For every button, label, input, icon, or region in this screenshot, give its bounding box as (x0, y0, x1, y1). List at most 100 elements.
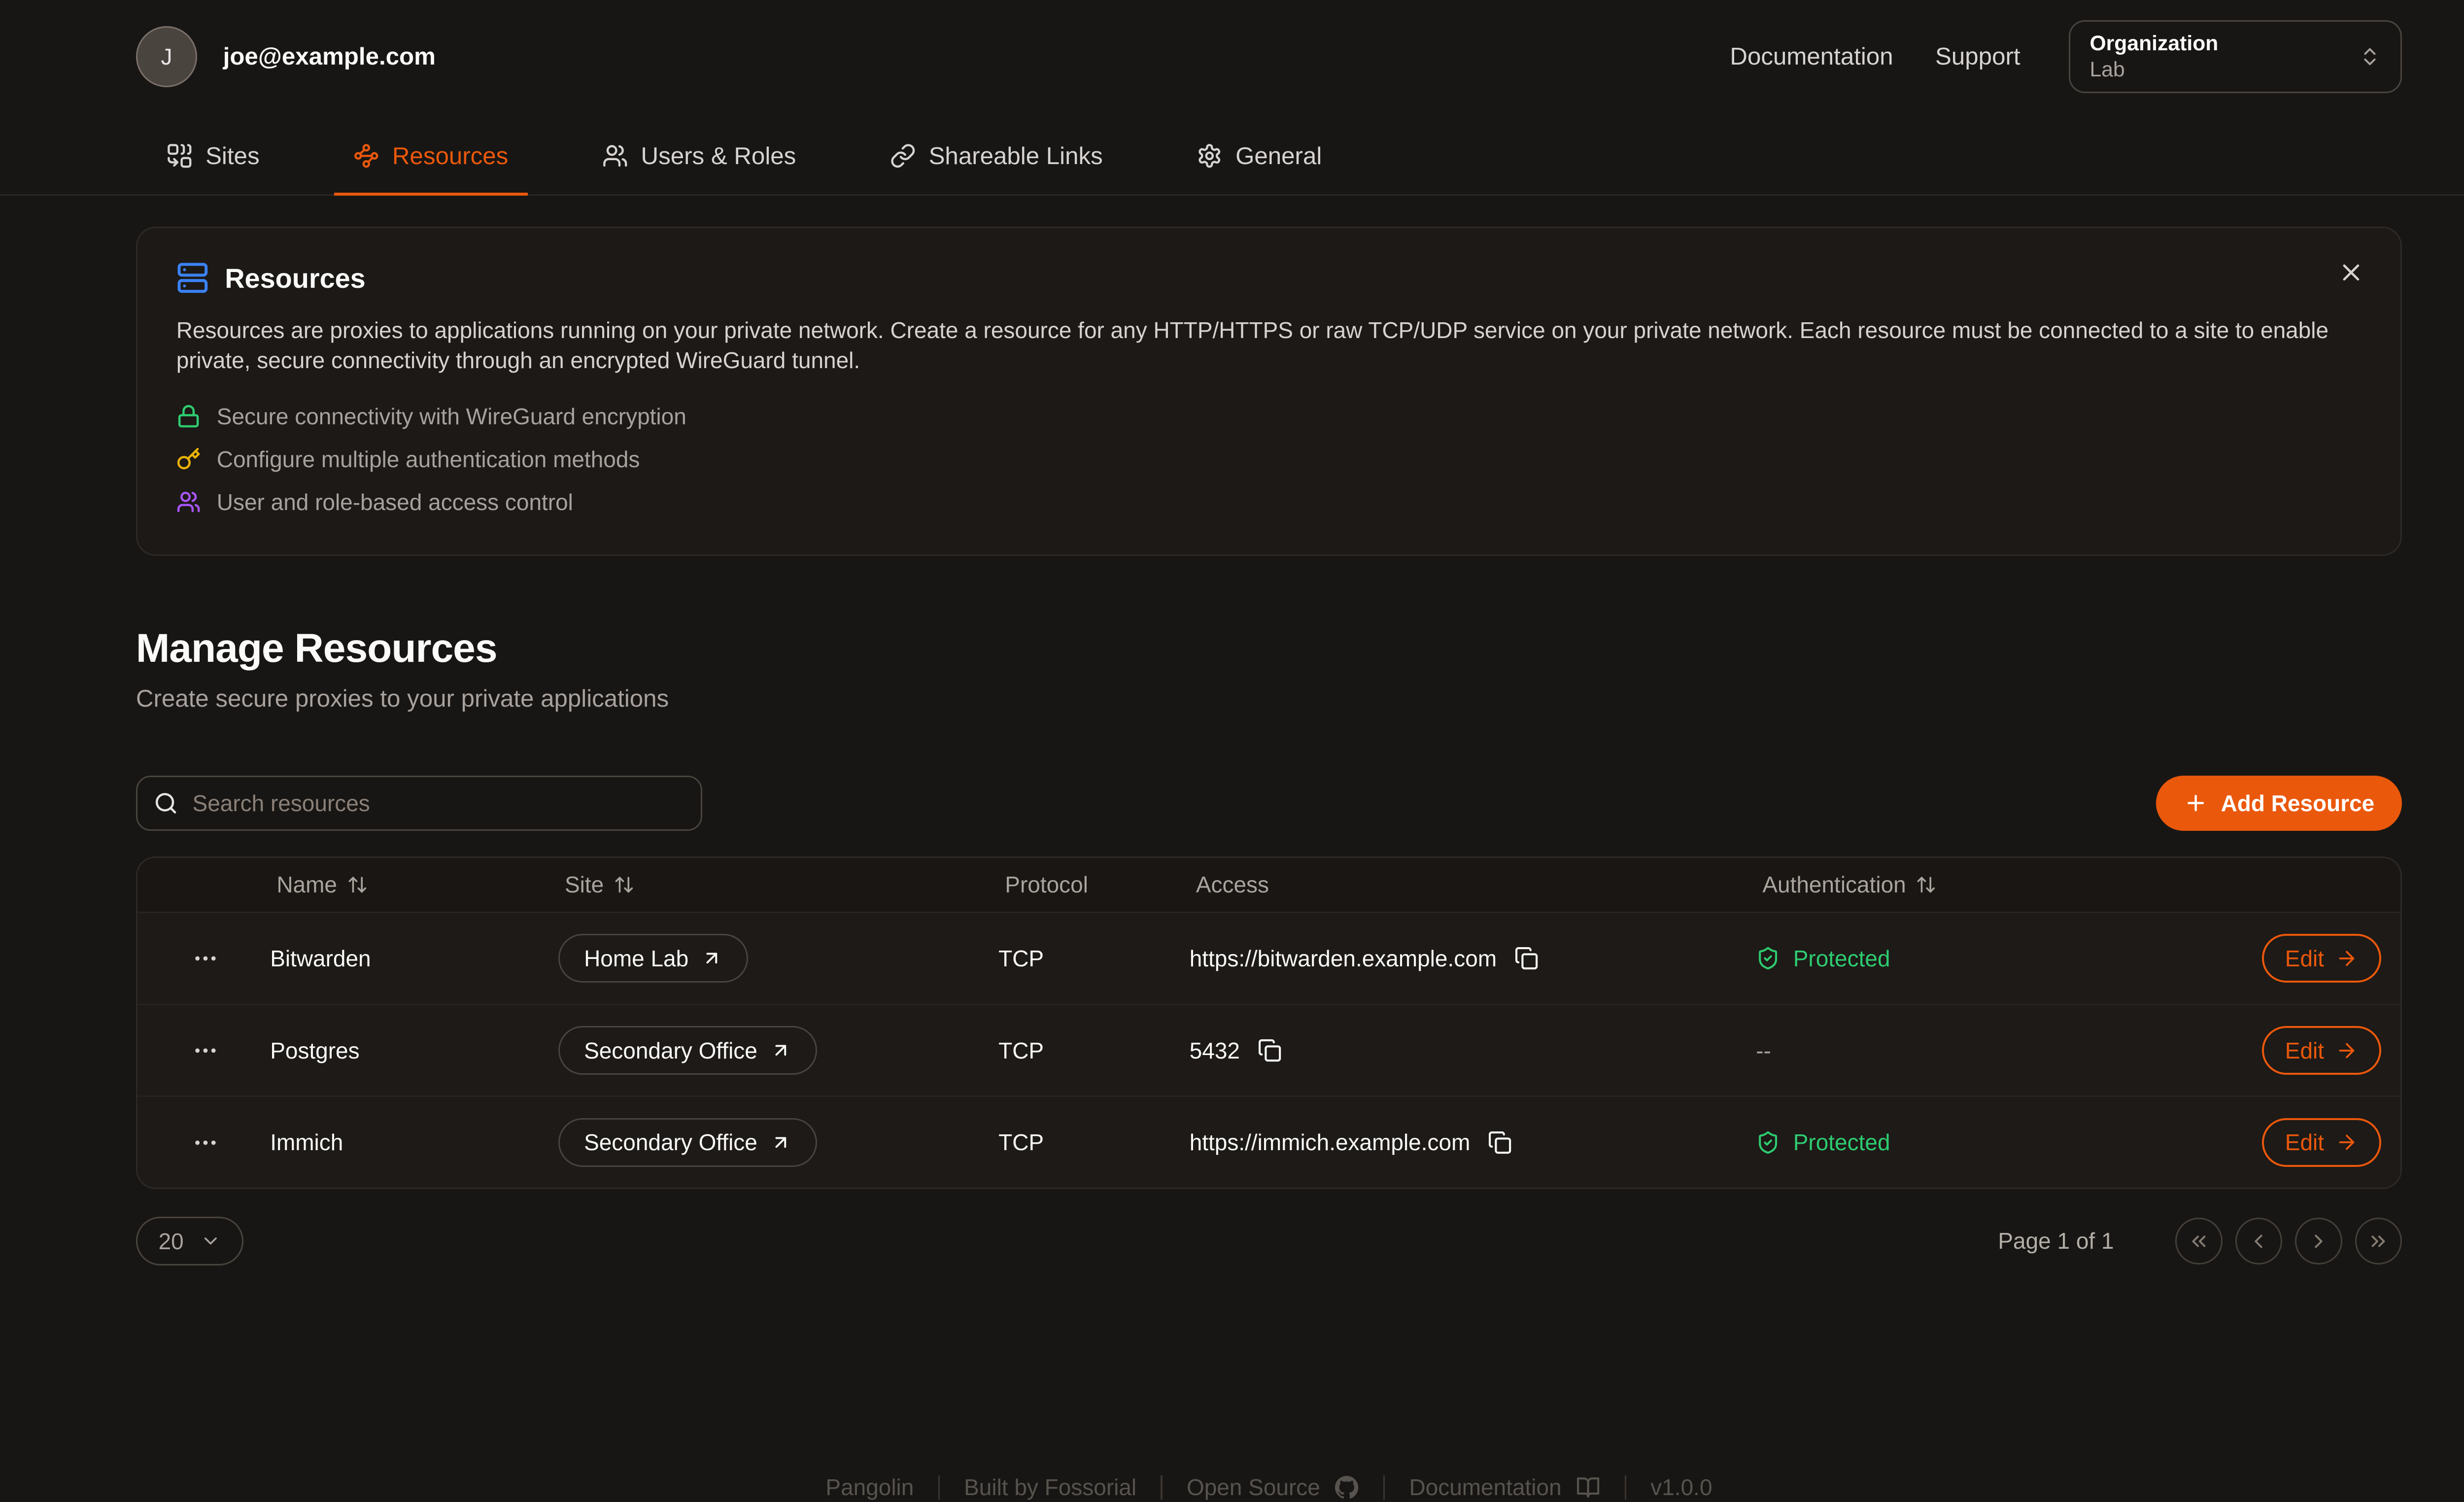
footer-divider (1625, 1475, 1626, 1500)
pager-controls: Page 1 of 1 (1998, 1218, 2402, 1264)
row-menu-button[interactable] (137, 945, 244, 972)
column-header-authentication[interactable]: Authentication (1730, 871, 2197, 898)
page-subtitle: Create secure proxies to your private ap… (136, 684, 2402, 713)
search-input[interactable] (136, 776, 703, 831)
next-page-button[interactable] (2295, 1218, 2342, 1264)
site-link-button[interactable]: Secondary Office (558, 1118, 817, 1167)
edit-label: Edit (2285, 945, 2324, 972)
access-url: https://immich.example.com (1190, 1129, 1471, 1156)
chevron-right-icon (2307, 1230, 2330, 1253)
table-row: Bitwarden Home Lab TCP https://bitwarden… (137, 913, 2400, 1005)
users-icon (602, 143, 628, 169)
edit-cell: Edit (2196, 934, 2400, 983)
footer-documentation-label: Documentation (1409, 1474, 1561, 1501)
site-cell: Secondary Office (532, 1026, 972, 1075)
arrow-up-right-icon (770, 1132, 791, 1153)
prev-page-button[interactable] (2235, 1218, 2282, 1264)
row-menu-button[interactable] (137, 1037, 244, 1064)
server-icon (176, 262, 209, 294)
user-email: joe@example.com (223, 42, 436, 70)
chevron-left-icon (2247, 1230, 2270, 1253)
column-label: Name (276, 871, 337, 898)
page-indicator: Page 1 of 1 (1998, 1228, 2114, 1254)
protected-badge: Protected (1756, 1129, 1890, 1156)
protocol: TCP (973, 945, 1164, 972)
tab-users-roles[interactable]: Users & Roles (582, 122, 815, 194)
toolbar: Add Resource (136, 776, 2402, 831)
sort-arrows-icon (614, 874, 635, 895)
link-icon (890, 143, 916, 169)
auth-cell: -- (1730, 1037, 2197, 1064)
copy-icon[interactable] (1488, 1130, 1512, 1155)
last-page-button[interactable] (2355, 1218, 2402, 1264)
page-size-select[interactable]: 20 (136, 1217, 243, 1265)
shield-check-icon (1756, 946, 1780, 970)
page-size-value: 20 (159, 1228, 184, 1255)
tab-label: Resources (392, 142, 508, 170)
copy-icon[interactable] (1514, 946, 1539, 970)
account-area: J joe@example.com (136, 26, 436, 87)
feature-item: Configure multiple authentication method… (176, 446, 2362, 473)
access-url: https://bitwarden.example.com (1190, 945, 1497, 972)
auth-status: Protected (1793, 945, 1890, 972)
chevrons-right-icon (2367, 1230, 2390, 1253)
auth-cell: Protected (1730, 1129, 2197, 1156)
column-label: Protocol (1005, 871, 1088, 898)
tab-label: Shareable Links (929, 142, 1103, 170)
tab-sites[interactable]: Sites (147, 122, 279, 194)
add-resource-button[interactable]: Add Resource (2156, 776, 2402, 831)
footer-documentation-link[interactable]: Documentation (1409, 1474, 1600, 1501)
footer-divider (938, 1475, 940, 1500)
footer-divider (1383, 1475, 1385, 1500)
protocol: TCP (973, 1037, 1164, 1064)
site-name: Secondary Office (584, 1129, 757, 1156)
edit-button[interactable]: Edit (2262, 1118, 2381, 1167)
table-row: Immich Secondary Office TCP https://immi… (137, 1097, 2400, 1188)
column-header-name[interactable]: Name (244, 871, 533, 898)
close-icon[interactable] (2337, 259, 2365, 286)
protected-badge: Protected (1756, 945, 1890, 972)
pagination: 20 Page 1 of 1 (136, 1217, 2402, 1265)
tab-shareable-links[interactable]: Shareable Links (870, 122, 1122, 194)
access-cell: https://immich.example.com (1164, 1129, 1730, 1156)
footer-built-by: Built by Fossorial (964, 1474, 1136, 1501)
chevrons-up-down-icon (2359, 45, 2381, 68)
column-header-protocol: Protocol (973, 871, 1164, 898)
feature-text: User and role-based access control (217, 489, 573, 515)
chevron-down-icon (200, 1230, 221, 1252)
documentation-link[interactable]: Documentation (1730, 42, 1893, 70)
tab-label: Users & Roles (641, 142, 796, 170)
footer-brand: Pangolin (825, 1474, 914, 1501)
footer-open-source-link[interactable]: Open Source (1187, 1474, 1359, 1501)
column-header-site[interactable]: Site (532, 871, 972, 898)
edit-label: Edit (2285, 1037, 2324, 1064)
org-switcher[interactable]: Organization Lab (2069, 20, 2402, 93)
site-name: Home Lab (584, 945, 688, 972)
resources-table: Name Site Protocol Access Authentication (136, 856, 2402, 1189)
avatar[interactable]: J (136, 26, 197, 87)
edit-button[interactable]: Edit (2262, 934, 2381, 983)
edit-button[interactable]: Edit (2262, 1026, 2381, 1075)
tab-general[interactable]: General (1177, 122, 1341, 194)
row-menu-button[interactable] (137, 1129, 244, 1157)
resource-name: Bitwarden (244, 945, 533, 972)
org-switcher-label: Organization (2089, 31, 2218, 57)
plus-icon (2184, 791, 2208, 815)
feature-item: Secure connectivity with WireGuard encry… (176, 403, 2362, 430)
column-header-access: Access (1164, 871, 1730, 898)
tab-resources[interactable]: Resources (334, 122, 528, 194)
site-name: Secondary Office (584, 1037, 757, 1064)
site-link-button[interactable]: Home Lab (558, 934, 749, 983)
site-link-button[interactable]: Secondary Office (558, 1026, 817, 1075)
shield-check-icon (1756, 1130, 1780, 1155)
book-open-icon (1576, 1475, 1600, 1500)
first-page-button[interactable] (2175, 1218, 2222, 1264)
copy-icon[interactable] (1258, 1038, 1282, 1062)
combine-icon (167, 143, 193, 169)
table-row: Postgres Secondary Office TCP 5432 -- (137, 1005, 2400, 1097)
site-cell: Home Lab (532, 934, 972, 983)
arrow-right-icon (2335, 1131, 2358, 1154)
resource-name: Immich (244, 1129, 533, 1156)
support-link[interactable]: Support (1935, 42, 2020, 70)
table-header-row: Name Site Protocol Access Authentication (137, 858, 2400, 913)
